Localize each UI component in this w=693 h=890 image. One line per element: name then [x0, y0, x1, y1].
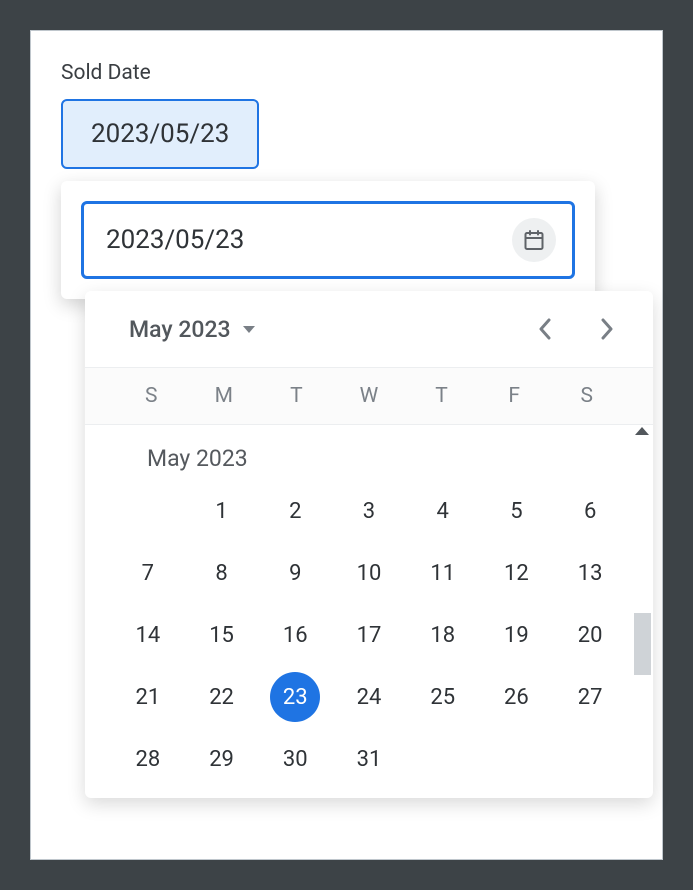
weekday-label: S [550, 384, 623, 408]
weekday-header: SMTWTFS [85, 367, 653, 425]
weekday-label: T [260, 384, 333, 408]
day-cell[interactable]: 31 [332, 730, 406, 788]
calendar-header: May 2023 [85, 291, 653, 367]
date-chip[interactable]: 2023/05/23 [61, 99, 259, 169]
chevron-right-icon [600, 318, 614, 340]
day-cell[interactable]: 22 [185, 668, 259, 726]
day-cell[interactable]: 1 [185, 482, 259, 540]
next-month-button[interactable] [591, 313, 623, 345]
day-cell[interactable]: 8 [185, 544, 259, 602]
day-cell-empty [553, 730, 627, 788]
day-cell[interactable]: 7 [111, 544, 185, 602]
day-cell[interactable]: 2 [258, 482, 332, 540]
card-container: Sold Date 2023/05/23 2023/05/23 May 2023 [30, 30, 663, 860]
day-selected: 23 [270, 672, 320, 722]
day-cell[interactable]: 6 [553, 482, 627, 540]
day-cell[interactable]: 21 [111, 668, 185, 726]
weekday-label: M [188, 384, 261, 408]
day-cell[interactable]: 4 [406, 482, 480, 540]
prev-month-button[interactable] [529, 313, 561, 345]
day-cell[interactable]: 16 [258, 606, 332, 664]
scrollbar[interactable] [633, 425, 651, 798]
month-year-label: May 2023 [129, 316, 231, 343]
day-cell[interactable]: 13 [553, 544, 627, 602]
weekday-label: T [405, 384, 478, 408]
day-cell-empty [480, 730, 554, 788]
day-cell[interactable]: 17 [332, 606, 406, 664]
day-cell[interactable]: 19 [480, 606, 554, 664]
day-cell[interactable]: 12 [480, 544, 554, 602]
chevron-left-icon [538, 318, 552, 340]
date-input-popup: 2023/05/23 [61, 181, 595, 299]
day-cell[interactable]: 30 [258, 730, 332, 788]
day-cell[interactable]: 26 [480, 668, 554, 726]
day-cell[interactable]: 14 [111, 606, 185, 664]
chevron-down-icon [243, 326, 255, 333]
day-cell[interactable]: 9 [258, 544, 332, 602]
month-section-label: May 2023 [111, 425, 627, 482]
date-input[interactable]: 2023/05/23 [81, 201, 575, 279]
day-cell[interactable]: 15 [185, 606, 259, 664]
scroll-thumb[interactable] [634, 613, 651, 675]
weekday-label: F [478, 384, 551, 408]
calendar-popup: May 2023 SMTWTFS May 2023 1234567891 [85, 291, 653, 798]
day-cell[interactable]: 24 [332, 668, 406, 726]
field-label: Sold Date [61, 61, 632, 85]
day-cell[interactable]: 10 [332, 544, 406, 602]
day-cell[interactable]: 28 [111, 730, 185, 788]
day-cell[interactable]: 11 [406, 544, 480, 602]
day-grid: 1234567891011121314151617181920212223242… [111, 482, 627, 788]
day-cell[interactable]: 18 [406, 606, 480, 664]
day-cell-empty [406, 730, 480, 788]
day-cell[interactable]: 20 [553, 606, 627, 664]
day-cell[interactable]: 3 [332, 482, 406, 540]
day-cell[interactable]: 27 [553, 668, 627, 726]
day-cell[interactable]: 23 [258, 668, 332, 726]
day-cell[interactable]: 25 [406, 668, 480, 726]
day-cell[interactable]: 5 [480, 482, 554, 540]
date-input-value: 2023/05/23 [106, 225, 244, 255]
month-year-selector[interactable]: May 2023 [129, 316, 255, 343]
day-cell-empty [111, 482, 185, 540]
weekday-label: S [115, 384, 188, 408]
day-cell[interactable]: 29 [185, 730, 259, 788]
calendar-body: May 2023 1234567891011121314151617181920… [85, 425, 653, 798]
calendar-icon [522, 228, 546, 252]
weekday-label: W [333, 384, 406, 408]
calendar-nav [529, 313, 623, 345]
calendar-icon-button[interactable] [512, 218, 556, 262]
scroll-up-arrow-icon[interactable] [635, 427, 649, 435]
